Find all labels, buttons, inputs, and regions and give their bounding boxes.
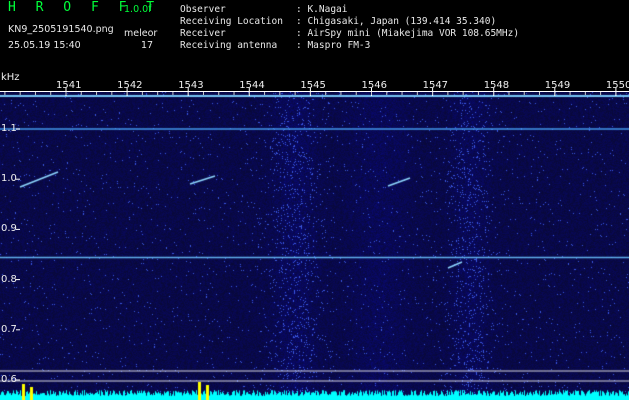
x-tick-label: 1545 xyxy=(300,80,326,91)
x-tick-label: 1547 xyxy=(422,80,449,91)
y-tick-label: 1.1 xyxy=(1,123,17,134)
x-tick-label: 1549 xyxy=(544,80,571,91)
x-tick-label: 1550 xyxy=(605,80,629,91)
x-tick-label: 1546 xyxy=(361,80,387,91)
x-tick-label: 1543 xyxy=(178,80,204,91)
y-tick-label: 1.0 xyxy=(1,173,17,185)
axis-overlay xyxy=(0,88,629,381)
y-tick-label: 0.8 xyxy=(1,273,17,285)
x-tick-label: 1544 xyxy=(239,80,265,91)
x-tick-label: 1542 xyxy=(117,80,143,91)
y-tick-label: 0.9 xyxy=(1,223,17,235)
y-tick-label: 0.7 xyxy=(1,323,17,335)
y-axis-unit: kHz xyxy=(1,72,20,83)
y-tick-marks xyxy=(16,128,20,381)
x-tick-label: 1548 xyxy=(483,80,510,91)
hrofft-window: H R O F F T 1.0.0f KN9_2505191540.png me… xyxy=(0,0,629,400)
x-tick-label: 1541 xyxy=(56,80,82,91)
y-tick-label: 0.6 xyxy=(1,374,17,385)
